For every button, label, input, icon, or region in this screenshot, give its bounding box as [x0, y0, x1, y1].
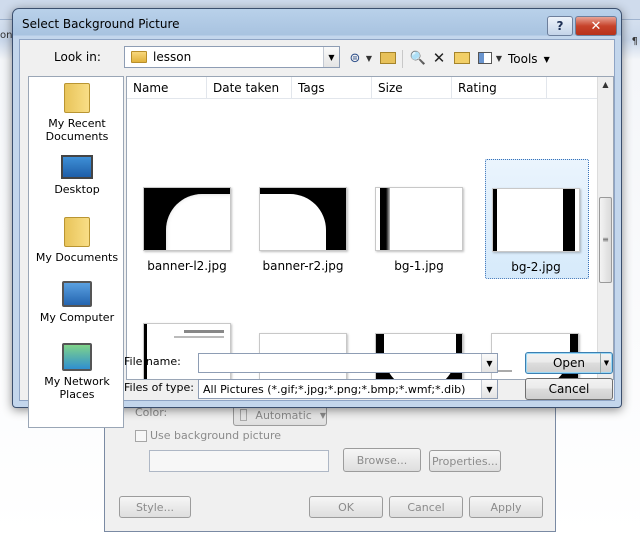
file-name: banner-l2.jpg	[147, 259, 227, 273]
toolbar-separator	[402, 50, 403, 68]
views-icon[interactable]	[476, 50, 494, 66]
column-rating[interactable]: Rating	[452, 77, 547, 99]
search-web-icon[interactable]: 🔍	[408, 50, 428, 66]
file-item-bg-2[interactable]: bg-2.jpg	[485, 159, 589, 279]
my-documents-icon	[64, 217, 90, 247]
place-my-network-places[interactable]: My Network Places	[29, 343, 125, 401]
close-button[interactable]: ✕	[575, 16, 617, 36]
dialog-body: Look in: lesson ▼ ⊜ ▼ 🔍 ✕ ▼ Tools ▼ My R…	[19, 39, 615, 428]
look-in-dropdown[interactable]: lesson ▼	[124, 46, 340, 68]
column-tags[interactable]: Tags	[292, 77, 372, 99]
style-button[interactable]: Style...	[119, 496, 191, 518]
background-cancel-button[interactable]: Cancel	[389, 496, 463, 518]
views-dropdown-icon[interactable]: ▼	[494, 50, 504, 66]
properties-button[interactable]: Properties...	[429, 450, 501, 472]
chevron-down-icon: ▼	[319, 410, 326, 420]
network-places-icon	[62, 343, 92, 371]
place-label: My Network Places	[44, 375, 110, 401]
file-name: bg-1.jpg	[394, 259, 444, 273]
open-label: Open	[552, 356, 586, 370]
use-background-picture-checkbox[interactable]	[135, 430, 147, 442]
color-swatch	[240, 409, 248, 421]
cancel-button[interactable]: Cancel	[525, 378, 613, 400]
place-label: My Computer	[39, 311, 115, 324]
column-header-row: Name Date taken Tags Size Rating	[127, 77, 599, 99]
back-icon[interactable]: ⊜	[346, 50, 364, 66]
chevron-down-icon: ▼	[481, 380, 497, 398]
file-thumbnail	[143, 187, 231, 251]
my-computer-icon	[62, 281, 92, 307]
folder-icon	[131, 51, 147, 63]
file-list[interactable]: Name Date taken Tags Size Rating banner-…	[126, 76, 614, 380]
look-in-label: Look in:	[54, 50, 101, 64]
files-of-type-value: All Pictures (*.gif;*.jpg;*.png;*.bmp;*.…	[203, 383, 466, 396]
files-of-type-label: Files of type:	[124, 381, 195, 394]
chevron-down-icon: ▼	[543, 54, 550, 64]
column-size[interactable]: Size	[372, 77, 452, 99]
up-folder-icon[interactable]	[378, 50, 398, 66]
tools-menu[interactable]: Tools ▼	[508, 50, 550, 68]
open-dropdown-icon[interactable]: ▼	[600, 353, 612, 373]
scroll-up-icon[interactable]: ▲	[598, 77, 613, 93]
file-name: banner-r2.jpg	[262, 259, 344, 273]
chevron-down-icon: ▼	[481, 354, 497, 372]
place-label: My Documents	[35, 251, 119, 264]
apply-button[interactable]: Apply	[469, 496, 543, 518]
paragraph-mark-icon: ¶	[631, 36, 638, 47]
place-my-documents[interactable]: My Documents	[29, 217, 125, 264]
recent-documents-icon	[64, 83, 90, 113]
chevron-down-icon: ▼	[323, 47, 339, 67]
new-folder-icon[interactable]	[452, 50, 472, 66]
tools-label: Tools	[508, 52, 538, 66]
file-thumbnail	[492, 188, 580, 252]
open-button[interactable]: Open ▼	[525, 352, 613, 374]
places-bar: My Recent Documents Desktop My Documents…	[28, 76, 124, 428]
files-of-type-dropdown[interactable]: All Pictures (*.gif;*.jpg;*.png;*.bmp;*.…	[198, 379, 498, 399]
look-in-value: lesson	[153, 50, 192, 64]
scrollbar-thumb[interactable]: ≡	[599, 197, 612, 283]
file-thumbnail	[259, 187, 347, 251]
file-list-scrollbar[interactable]: ▲ ≡ ▼	[597, 77, 613, 379]
back-dropdown-icon[interactable]: ▼	[364, 50, 374, 66]
file-thumbnail	[375, 187, 463, 251]
background-edge-text: on	[0, 30, 13, 41]
picture-path-field[interactable]	[149, 450, 329, 472]
select-background-picture-dialog: Select Background Picture ? ✕ Look in: l…	[12, 8, 622, 428]
dialog-title: Select Background Picture	[22, 17, 180, 31]
color-value: Automatic	[255, 408, 312, 422]
place-my-computer[interactable]: My Computer	[29, 281, 125, 324]
ok-button[interactable]: OK	[309, 496, 383, 518]
file-name: bg-2.jpg	[511, 260, 561, 274]
file-name-input[interactable]: ▼	[198, 353, 498, 373]
browse-button[interactable]: Browse...	[343, 448, 421, 472]
file-name-label: File name:	[124, 355, 181, 368]
background-properties-dialog: Color: Automatic ▼ Use background pictur…	[104, 398, 556, 532]
column-name[interactable]: Name	[127, 77, 207, 99]
place-my-recent-documents[interactable]: My Recent Documents	[29, 83, 125, 143]
place-desktop[interactable]: Desktop	[29, 155, 125, 196]
place-label: My Recent Documents	[45, 117, 109, 143]
delete-icon[interactable]: ✕	[430, 49, 448, 67]
desktop-icon	[61, 155, 93, 179]
column-date-taken[interactable]: Date taken	[207, 77, 292, 99]
help-button[interactable]: ?	[547, 16, 573, 36]
place-label: Desktop	[54, 183, 100, 196]
use-background-picture-label: Use background picture	[150, 429, 282, 442]
